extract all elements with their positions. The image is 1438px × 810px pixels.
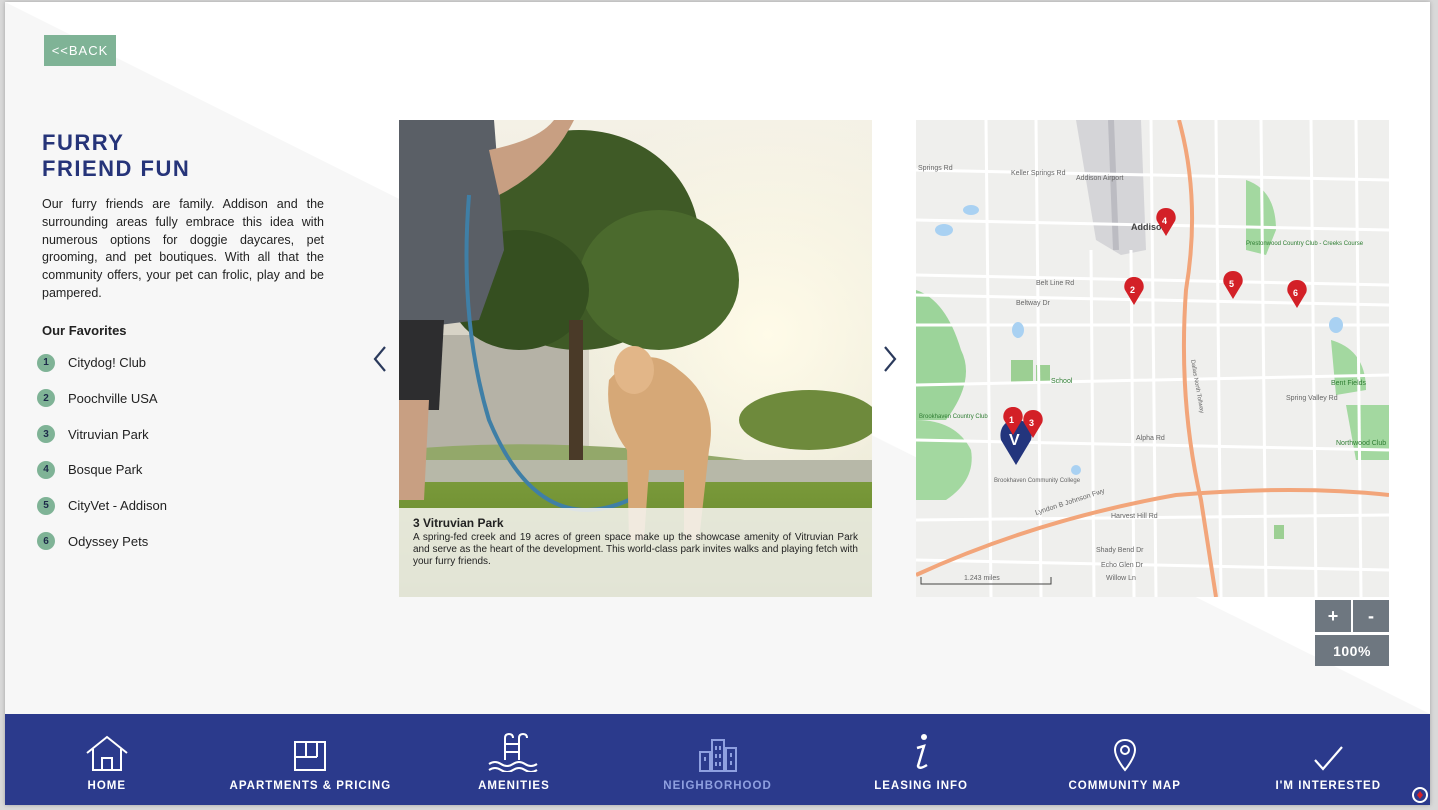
svg-text:1: 1: [1009, 415, 1014, 425]
favorite-label: CityVet - Addison: [68, 498, 167, 514]
favorite-label: Vitruvian Park: [68, 426, 149, 442]
svg-text:V: V: [1009, 432, 1020, 449]
nav-home[interactable]: HOME: [5, 714, 209, 805]
location-pin-icon: [1113, 730, 1137, 772]
chevron-left-icon: [373, 346, 386, 372]
svg-text:3: 3: [1029, 418, 1034, 428]
favorite-item[interactable]: 2 Poochville USA: [37, 389, 324, 408]
nav-neighborhood[interactable]: NEIGHBORHOOD: [616, 714, 820, 805]
favorite-item[interactable]: 1 Citydog! Club: [37, 353, 324, 372]
chevron-right-icon: [884, 346, 897, 372]
favorite-label: Odyssey Pets: [68, 533, 149, 549]
favorite-item[interactable]: 5 CityVet - Addison: [37, 496, 324, 515]
caption-text: A spring-fed creek and 19 acres of green…: [413, 532, 858, 567]
favorite-number-badge: 3: [37, 425, 55, 444]
map-canvas: Addison Airport Addison Springs Rd Kelle…: [916, 120, 1389, 597]
map-label-belt-line: Belt Line Rd: [1036, 280, 1074, 287]
neighborhood-map[interactable]: Addison Airport Addison Springs Rd Kelle…: [916, 120, 1389, 597]
favorite-number-badge: 6: [37, 532, 55, 551]
nav-apartments-pricing[interactable]: APARTMENTS & PRICING: [209, 714, 413, 805]
intro-paragraph: Our furry friends are family. Addison an…: [42, 197, 324, 300]
title-line-2: FRIEND FUN: [42, 156, 191, 181]
map-label-echo: Echo Glen Dr: [1101, 562, 1144, 569]
map-label-college: Brookhaven Community College: [994, 478, 1081, 484]
zoom-in-button[interactable]: +: [1315, 600, 1351, 632]
nav-amenities[interactable]: AMENITIES: [412, 714, 616, 805]
info-panel: FURRY FRIEND FUN Our furry friends are f…: [37, 130, 324, 568]
nav-label: I'M INTERESTED: [1275, 780, 1382, 792]
map-label-northwood: Northwood Club: [1336, 440, 1386, 447]
favorite-number-badge: 4: [37, 460, 55, 479]
zoom-out-button[interactable]: -: [1353, 600, 1389, 632]
title-line-1: FURRY: [42, 130, 125, 155]
favorites-heading: Our Favorites: [42, 322, 127, 338]
featured-photo: 3 Vitruvian Park A spring-fed creek and …: [399, 120, 872, 597]
nav-im-interested[interactable]: I'M INTERESTED: [1226, 714, 1430, 805]
nav-label: NEIGHBORHOOD: [663, 780, 772, 792]
favorite-item[interactable]: 3 Vitruvian Park: [37, 425, 324, 444]
nav-label: LEASING INFO: [874, 780, 968, 792]
pool-icon: [485, 730, 543, 772]
favorite-label: Poochville USA: [68, 390, 158, 406]
svg-text:6: 6: [1293, 288, 1298, 298]
app-frame: <<BACK FURRY FRIEND FUN Our furry friend…: [5, 2, 1430, 805]
carousel-prev-button[interactable]: [368, 342, 392, 376]
map-label-harvest: Harvest Hill Rd: [1111, 513, 1158, 520]
map-scale-label: 1.243 miles: [964, 575, 1000, 582]
map-label-prestonwood: Prestonwood Country Club - Creeks Course: [1246, 241, 1364, 247]
nav-leasing-info[interactable]: LEASING INFO: [819, 714, 1023, 805]
map-label-airport: Addison Airport: [1076, 175, 1124, 182]
favorite-number-badge: 2: [37, 389, 55, 408]
svg-text:2: 2: [1130, 285, 1135, 295]
back-button[interactable]: <<BACK: [44, 35, 116, 66]
svg-text:4: 4: [1162, 216, 1167, 226]
app-badge-icon[interactable]: [1412, 787, 1428, 803]
map-label-alpha: Alpha Rd: [1136, 435, 1165, 442]
zoom-level-readout: 100%: [1315, 635, 1389, 666]
floorplan-icon: [293, 730, 327, 772]
map-label-beltway: Beltway Dr: [1016, 300, 1051, 307]
favorite-number-badge: 5: [37, 496, 55, 515]
map-label-bent-fields: Bent Fields: [1331, 380, 1367, 387]
nav-label: APARTMENTS & PRICING: [229, 780, 392, 792]
map-label-school: School: [1051, 378, 1073, 385]
page-title: FURRY FRIEND FUN: [42, 130, 324, 182]
nav-community-map[interactable]: COMMUNITY MAP: [1023, 714, 1227, 805]
nav-label: HOME: [87, 780, 127, 792]
favorite-item[interactable]: 4 Bosque Park: [37, 460, 324, 479]
map-label-spring-valley: Spring Valley Rd: [1286, 395, 1338, 402]
favorite-label: Citydog! Club: [68, 355, 147, 371]
caption-title: 3 Vitruvian Park: [413, 516, 504, 530]
map-label-shady: Shady Bend Dr: [1096, 547, 1144, 554]
favorite-label: Bosque Park: [68, 462, 143, 478]
home-icon: [84, 730, 130, 772]
nav-label: AMENITIES: [478, 780, 550, 792]
nav-label: COMMUNITY MAP: [1068, 780, 1181, 792]
bottom-navigation: HOME APARTMENTS & PRICING AMENITIES NEIG…: [5, 714, 1430, 805]
favorites-list: 1 Citydog! Club 2 Poochville USA 3 Vitru…: [37, 353, 324, 551]
carousel-next-button[interactable]: [878, 342, 902, 376]
favorite-number-badge: 1: [37, 353, 55, 372]
map-label-keller: Keller Springs Rd: [1011, 170, 1066, 177]
checkmark-icon: [1312, 730, 1344, 772]
info-icon: [909, 730, 933, 772]
svg-text:5: 5: [1229, 279, 1234, 289]
map-label-willow: Willow Ln: [1106, 575, 1136, 582]
map-label-springs: Springs Rd: [918, 165, 953, 172]
buildings-icon: [698, 730, 738, 772]
photo-caption: 3 Vitruvian Park A spring-fed creek and …: [399, 508, 872, 597]
favorite-item[interactable]: 6 Odyssey Pets: [37, 532, 324, 551]
map-label-country-club: Brookhaven Country Club: [919, 414, 988, 420]
